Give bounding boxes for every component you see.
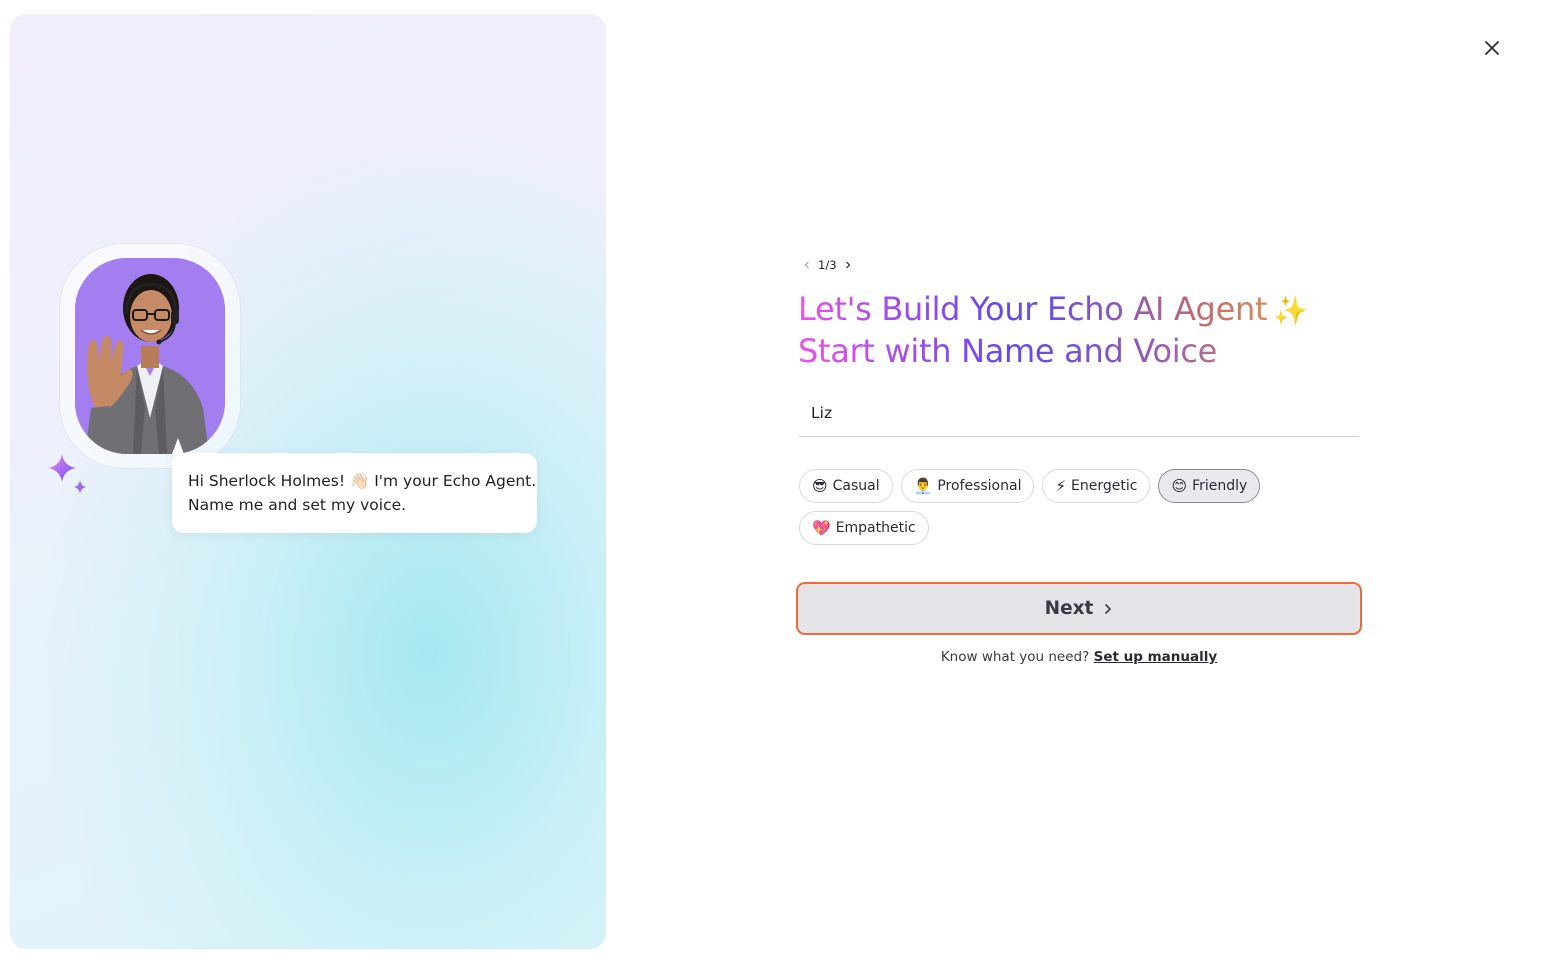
voice-chip-label: Energetic [1071,478,1138,494]
agent-name-input[interactable] [799,396,1359,430]
voice-chip-casual[interactable]: 😎 Casual [799,469,893,503]
title-line-2: Start with Name and Voice [798,332,1218,370]
next-button-label: Next [1044,598,1094,619]
close-button[interactable] [1480,36,1504,60]
agent-name-field [799,396,1359,437]
agent-greeting-bubble: Hi Sherlock Holmes! 👋🏻 I'm your Echo Age… [172,453,537,533]
smiling-face-icon: 😊 [1171,477,1188,495]
pager-next-button[interactable] [841,258,855,272]
greeting-line-1: Hi Sherlock Holmes! 👋🏻 I'm your Echo Age… [188,472,537,490]
chevron-right-icon [845,261,850,269]
pager-prev-button[interactable] [800,258,814,272]
sparkles-icon: ✨ [1273,294,1308,327]
voice-chip-empathetic[interactable]: 💖 Empathetic [799,511,929,545]
next-button[interactable]: Next [796,582,1362,635]
sparkling-heart-icon: 💖 [812,519,831,537]
close-icon [1485,41,1499,55]
voice-chip-label: Friendly [1192,478,1248,494]
agent-avatar [75,258,225,454]
voice-chip-label: Casual [832,478,880,494]
title-line-1: Let's Build Your Echo AI Agent [798,290,1268,328]
voice-chip-professional[interactable]: 👨‍💼 Professional [900,469,1035,503]
sparkle-icon [48,454,86,494]
pager-text: 1/3 [818,258,837,272]
page-title: Let's Build Your Echo AI Agent ✨ Start wi… [798,289,1358,371]
voice-chip-energetic[interactable]: ⚡ Energetic [1042,469,1151,503]
voice-chip-label: Empathetic [835,520,916,536]
manual-setup-question: Know what you need? [940,649,1090,665]
step-pager: 1/3 [800,256,855,274]
voice-style-options: 😎 Casual 👨‍💼 Professional ⚡ Energetic 😊 … [799,469,1261,503]
chevron-right-icon [1105,603,1112,614]
set-up-manually-link[interactable]: Set up manually [1094,649,1218,665]
voice-chip-friendly[interactable]: 😊 Friendly [1158,469,1261,503]
voice-chip-label: Professional [937,478,1022,494]
manual-setup-prompt: Know what you need? Set up manually [799,649,1359,665]
greeting-line-2: Name me and set my voice. [188,496,407,514]
lightning-icon: ⚡ [1055,477,1067,495]
speech-bubble-tail [172,438,184,454]
chevron-left-icon [804,261,809,269]
office-worker-icon: 👨‍💼 [913,477,933,495]
cool-face-icon: 😎 [812,477,828,495]
voice-style-options-row-2: 💖 Empathetic [799,511,929,545]
